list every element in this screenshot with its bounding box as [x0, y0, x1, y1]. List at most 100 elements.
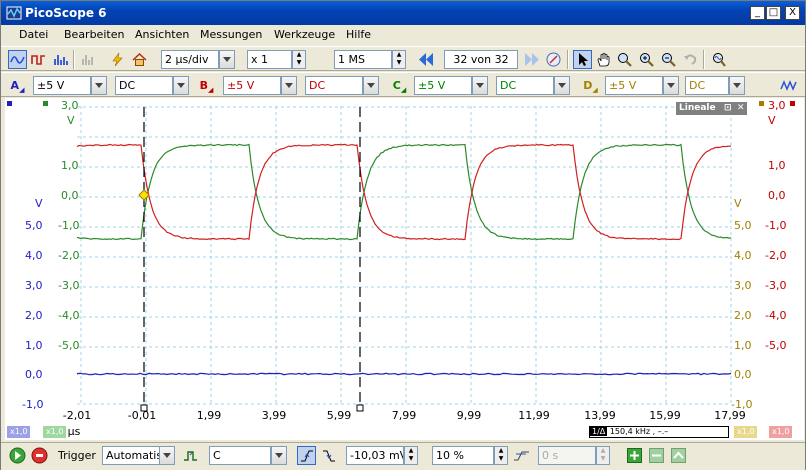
ruler-settings-icon[interactable]: [669, 446, 688, 465]
channel-a-range[interactable]: ±5 V: [33, 76, 91, 95]
axis-d-tick: 2,0: [734, 309, 774, 322]
axis-a-tick: 2,0: [25, 309, 65, 322]
chevron-down-icon[interactable]: [173, 76, 189, 95]
chevron-down-icon[interactable]: [363, 76, 379, 95]
channel-a-coupling[interactable]: DC: [115, 76, 173, 95]
zoom-out-icon[interactable]: [659, 50, 678, 69]
scale-chip-a[interactable]: x1,0: [7, 426, 30, 438]
buffer-field[interactable]: 32 von 32: [444, 50, 518, 69]
stop-button[interactable]: [30, 446, 49, 465]
rising-edge-icon[interactable]: [297, 446, 316, 465]
scale-chip-d[interactable]: x1,0: [734, 426, 757, 438]
zoom-field[interactable]: x 1: [247, 50, 292, 69]
menu-datei[interactable]: Datei: [19, 28, 48, 41]
channel-b-button[interactable]: B ◢: [197, 76, 216, 95]
signal-generator-icon[interactable]: [79, 50, 98, 69]
samples-field[interactable]: 1 MS: [334, 50, 392, 69]
home-icon[interactable]: [130, 50, 149, 69]
advanced-trigger-icon[interactable]: [181, 446, 200, 465]
trigger-level-field[interactable]: -10,03 mV: [346, 446, 404, 465]
trigger-delay-icon[interactable]: [512, 446, 531, 465]
chevron-down-icon[interactable]: [729, 76, 745, 95]
separator: [73, 50, 75, 69]
x-tick: 13,99: [580, 409, 620, 422]
falling-edge-icon[interactable]: [319, 446, 338, 465]
channel-b-coupling[interactable]: DC: [305, 76, 363, 95]
trigger-delay-spinner[interactable]: ▲ ▼: [596, 446, 610, 465]
minimize-button[interactable]: _: [750, 6, 765, 20]
scale-chip-b[interactable]: x1,0: [769, 426, 792, 438]
trigger-level-spinner[interactable]: ▲ ▼: [404, 446, 418, 465]
zoom-in-icon[interactable]: [637, 50, 656, 69]
close-icon[interactable]: ✕: [737, 102, 745, 115]
zoom-overview-icon[interactable]: [709, 50, 728, 69]
trigger-delay-field[interactable]: 0 s: [538, 446, 596, 465]
scope-mode-icon[interactable]: [8, 50, 27, 69]
last-buffer-icon[interactable]: [522, 50, 541, 69]
channel-d-range[interactable]: ±5 V: [605, 76, 663, 95]
channel-c-trace: [77, 144, 731, 239]
x-tick: 17,99: [710, 409, 750, 422]
close-button[interactable]: X: [785, 6, 800, 20]
trigger-mode-select[interactable]: Automatisch: [102, 446, 160, 465]
channel-c-coupling[interactable]: DC: [496, 76, 554, 95]
chevron-down-icon[interactable]: [271, 446, 287, 465]
undo-zoom-icon[interactable]: [681, 50, 700, 69]
axis-d-tick: 4,0: [734, 249, 774, 262]
chevron-down-icon[interactable]: [159, 446, 175, 465]
axis-a-tick: 0,0: [25, 368, 65, 381]
pointer-tool-icon[interactable]: [573, 50, 592, 69]
channel-c-button[interactable]: C ◢: [390, 76, 409, 95]
hand-tool-icon[interactable]: [594, 50, 613, 69]
maximize-button[interactable]: □: [766, 6, 781, 20]
remove-ruler-icon[interactable]: [647, 446, 666, 465]
zoom-spinner[interactable]: ▲ ▼: [292, 50, 306, 69]
channel-a-button[interactable]: A ◢: [8, 76, 27, 95]
chevron-down-icon[interactable]: [91, 76, 107, 95]
channel-toolbar: A ◢ ±5 V DC B ◢ ±5 V DC C ◢ ±5 V DC D ◢ ±5 V…: [1, 72, 805, 97]
pin-icon[interactable]: ⊡: [724, 102, 732, 115]
channel-d-button[interactable]: D ◢: [581, 76, 600, 95]
start-button[interactable]: [8, 446, 27, 465]
axis-a-tick: 3,0: [25, 279, 65, 292]
persistence-mode-icon[interactable]: [29, 50, 48, 69]
chevron-down-icon[interactable]: [663, 76, 679, 95]
chevron-down-icon[interactable]: [281, 76, 297, 95]
math-channel-icon[interactable]: [779, 76, 798, 95]
x-tick: -0,01: [122, 409, 162, 422]
axis-d-tick: 1,0: [734, 339, 774, 352]
scope-graph: [5, 98, 804, 440]
grid: [77, 106, 731, 404]
menu-werkzeuge[interactable]: Werkzeuge: [274, 28, 335, 41]
lightning-icon[interactable]: [108, 50, 127, 69]
compass-icon[interactable]: [544, 50, 563, 69]
pretrigger-spinner[interactable]: ▲ ▼: [494, 446, 508, 465]
rulers-readout: 1/Δ 150,4 kHz , –.–: [589, 426, 729, 438]
rulers-panel-header[interactable]: Lineale ⊡ ✕: [676, 102, 747, 115]
menu-messungen[interactable]: Messungen: [200, 28, 262, 41]
ruler-marker: 1/Δ: [590, 427, 607, 436]
channel-c-range[interactable]: ±5 V: [414, 76, 472, 95]
menu-bearbeiten[interactable]: Bearbeiten: [64, 28, 124, 41]
trigger-channel-select[interactable]: C: [209, 446, 271, 465]
menu-hilfe[interactable]: Hilfe: [346, 28, 371, 41]
axis-a-unit: V: [35, 197, 75, 210]
chevron-down-icon[interactable]: [472, 76, 488, 95]
menu-ansichten[interactable]: Ansichten: [135, 28, 189, 41]
axis-c-unit: V: [67, 114, 107, 127]
spectrum-mode-icon[interactable]: [51, 50, 70, 69]
pretrigger-field[interactable]: 10 %: [432, 446, 494, 465]
first-buffer-icon[interactable]: [417, 50, 436, 69]
chevron-down-icon[interactable]: [219, 50, 235, 69]
add-ruler-icon[interactable]: [625, 446, 644, 465]
timebase-select[interactable]: 2 µs/div: [161, 50, 219, 69]
x-tick: 9,99: [449, 409, 489, 422]
samples-spinner[interactable]: ▲ ▼: [392, 50, 406, 69]
scale-chip-c[interactable]: x1,0: [43, 426, 66, 438]
zoom-icon[interactable]: [615, 50, 634, 69]
axis-c-top: 3,0: [61, 99, 101, 112]
channel-b-range[interactable]: ±5 V: [223, 76, 281, 95]
scope-view[interactable]: [5, 98, 804, 440]
channel-d-coupling[interactable]: DC: [685, 76, 729, 95]
chevron-down-icon[interactable]: [554, 76, 570, 95]
